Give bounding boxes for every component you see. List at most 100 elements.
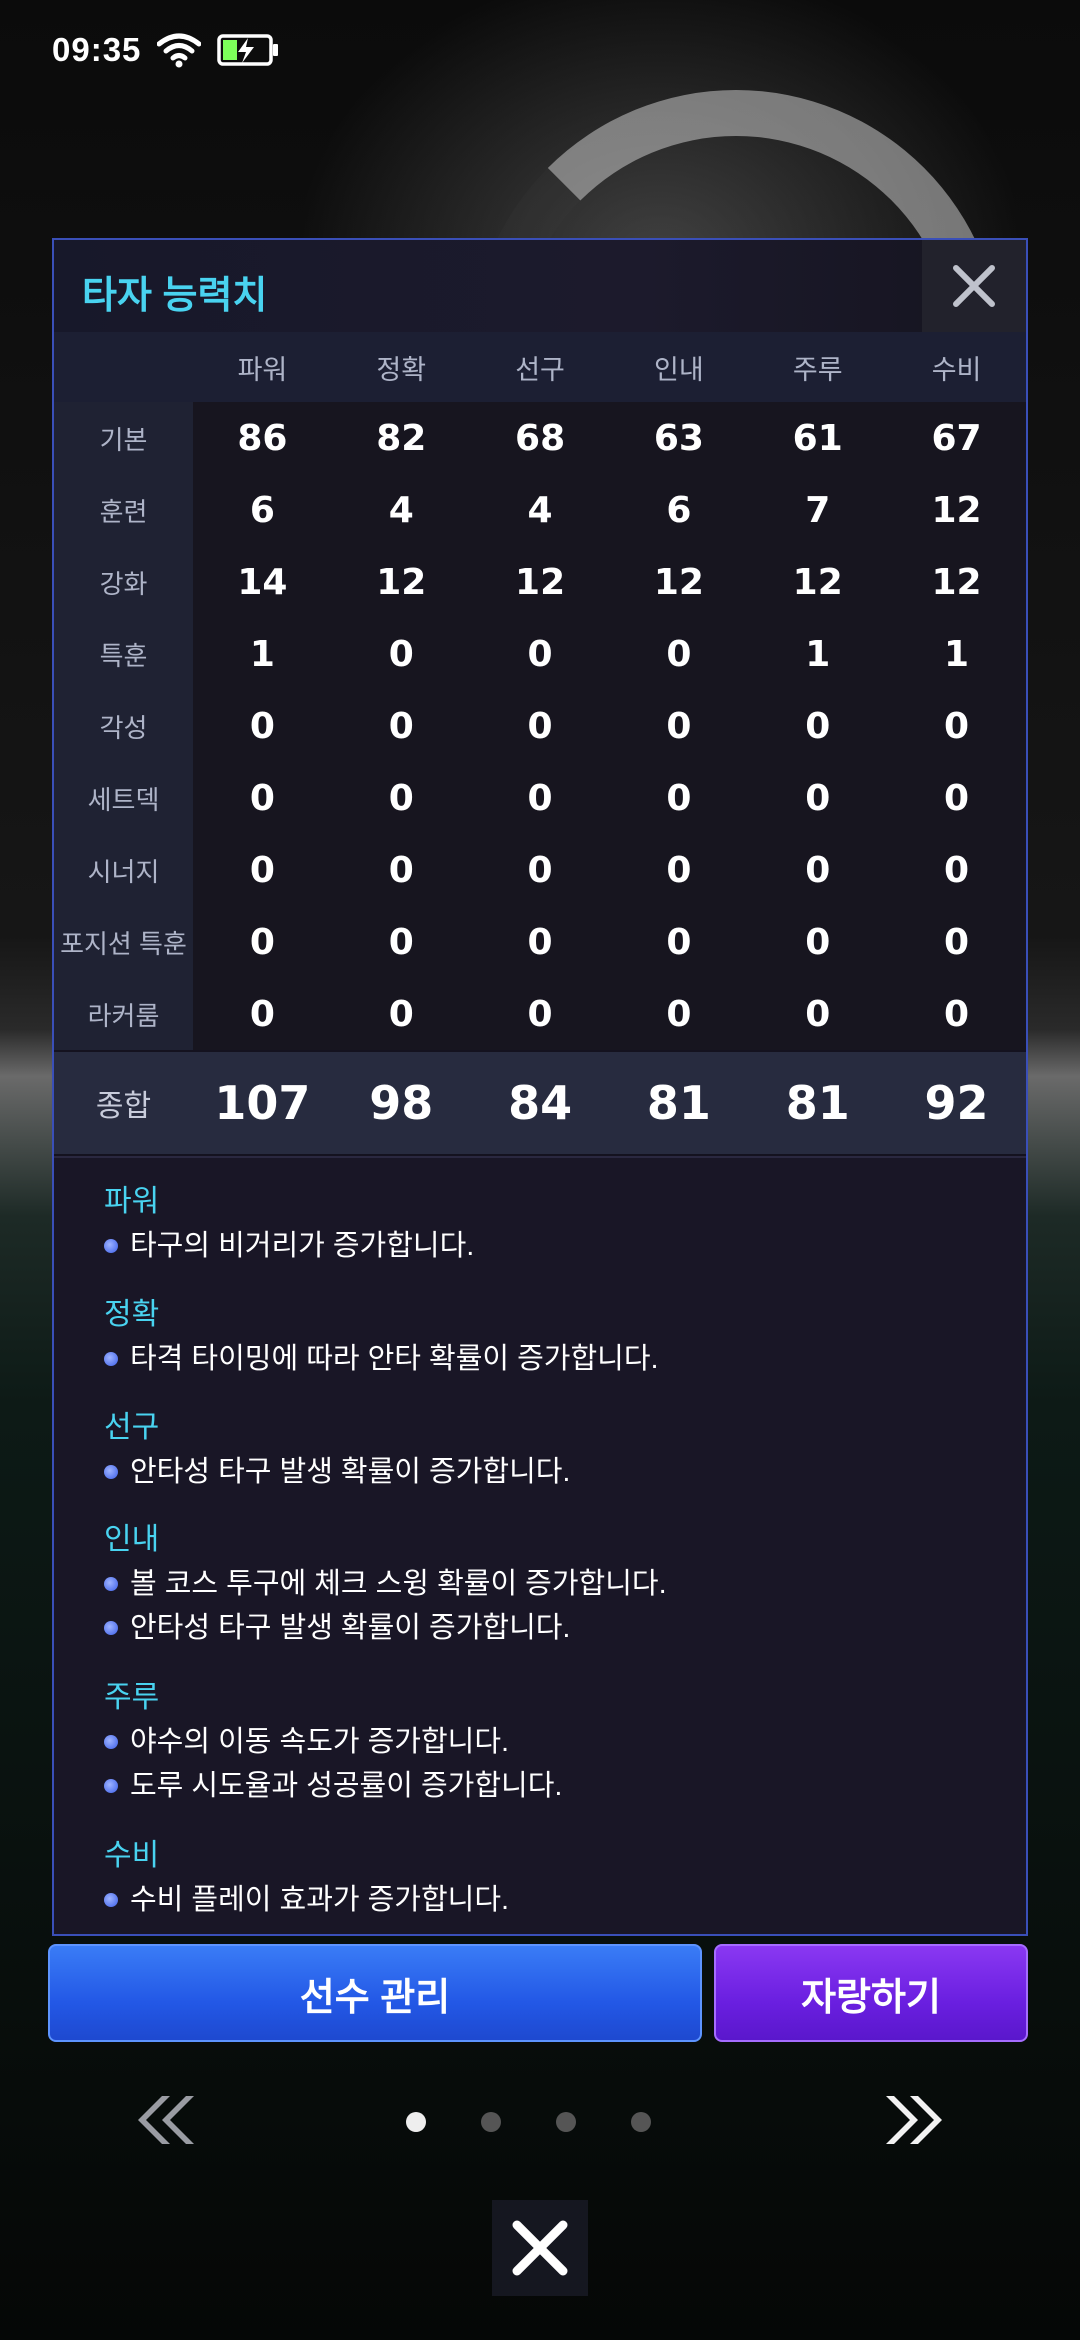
- description-title: 주루: [104, 1681, 160, 1714]
- table-row: 라커룸 0 0 0 0 0 0: [54, 978, 1026, 1050]
- stat-value: 1: [887, 618, 1026, 690]
- row-label: 기본: [54, 402, 193, 474]
- page-dot[interactable]: [556, 2112, 576, 2132]
- description-title: 수비: [104, 1839, 160, 1872]
- stat-value: 0: [470, 978, 610, 1050]
- stat-value: 0: [748, 834, 888, 906]
- column-header: 정확: [376, 354, 427, 385]
- description-text: 야수의 이동 속도가 증가합니다.: [130, 1726, 510, 1758]
- row-label: 포지션 특훈: [54, 906, 193, 978]
- stat-value: 0: [470, 618, 610, 690]
- total-row: 종합 107 98 84 81 81 92: [54, 1052, 1026, 1154]
- description-item: 타격 타이밍에 따라 안타 확률이 증가합니다.: [104, 1337, 659, 1381]
- table-row: 기본 86 82 68 63 61 67: [54, 402, 1026, 474]
- stat-value: 6: [609, 474, 749, 546]
- stats-table: 파워 정확 선구 인내 주루 수비 기본 86 82 68 63 61 67 훈…: [54, 332, 1026, 1154]
- description-item: 안타성 타구 발생 확률이 증가합니다.: [104, 1606, 667, 1650]
- stat-value: 0: [193, 690, 332, 762]
- previous-page-icon[interactable]: [128, 2090, 198, 2150]
- bullet-icon: [104, 1621, 118, 1635]
- bullet-icon: [104, 1893, 118, 1907]
- stat-value: 1: [193, 618, 332, 690]
- stat-value: 4: [331, 474, 471, 546]
- table-row: 강화 14 12 12 12 12 12: [54, 546, 1026, 618]
- column-header: 선구: [515, 354, 565, 385]
- panel-close-button[interactable]: [922, 240, 1026, 332]
- row-label: 훈련: [54, 474, 193, 546]
- stat-value: 4: [470, 474, 610, 546]
- stat-value: 12: [887, 474, 1026, 546]
- close-icon: [512, 2220, 568, 2276]
- description-section: 인내 볼 코스 투구에 체크 스윙 확률이 증가합니다. 안타성 타구 발생 확…: [104, 1518, 667, 1650]
- stat-value: 0: [609, 906, 749, 978]
- battery-charging-icon: [217, 34, 279, 66]
- status-time: 09:35: [52, 31, 142, 68]
- column-header: 인내: [654, 354, 704, 385]
- stat-value: 0: [748, 978, 888, 1050]
- batter-stats-panel: 타자 능력치 파워 정확 선구 인내 주루 수비 기본 86 82 68 63 …: [52, 238, 1028, 1936]
- stat-value: 0: [193, 762, 332, 834]
- panel-header: 타자 능력치: [54, 240, 1026, 332]
- description-title: 파워: [104, 1185, 160, 1218]
- stat-value: 0: [609, 762, 749, 834]
- stat-value: 6: [193, 474, 332, 546]
- description-section: 선구 안타성 타구 발생 확률이 증가합니다.: [104, 1406, 571, 1494]
- stat-value: 0: [748, 762, 888, 834]
- stat-value: 0: [331, 978, 471, 1050]
- stat-value: 0: [887, 906, 1026, 978]
- stat-descriptions: 파워 타구의 비거리가 증가합니다. 정확 타격 타이밍에 따라 안타 확률이 …: [54, 1156, 1026, 1934]
- stat-value: 12: [609, 546, 749, 618]
- stat-value: 0: [331, 762, 471, 834]
- description-item: 야수의 이동 속도가 증가합니다.: [104, 1720, 562, 1764]
- bullet-icon: [104, 1577, 118, 1591]
- table-row: 특훈 1 0 0 0 1 1: [54, 618, 1026, 690]
- row-label: 각성: [54, 690, 193, 762]
- stat-value: 0: [193, 906, 332, 978]
- stat-value: 1: [748, 618, 888, 690]
- table-row: 훈련 6 4 4 6 7 12: [54, 474, 1026, 546]
- description-text: 타격 타이밍에 따라 안타 확률이 증가합니다.: [130, 1343, 659, 1375]
- player-manage-button[interactable]: 선수 관리: [48, 1944, 702, 2042]
- total-value: 107: [214, 1076, 311, 1130]
- page-dot[interactable]: [631, 2112, 651, 2132]
- share-button[interactable]: 자랑하기: [714, 1944, 1028, 2042]
- wifi-icon: [157, 33, 202, 68]
- stat-value: 0: [609, 618, 749, 690]
- stat-value: 61: [748, 402, 888, 474]
- total-value: 84: [508, 1076, 573, 1130]
- description-text: 타구의 비거리가 증가합니다.: [130, 1230, 475, 1262]
- description-title: 선구: [104, 1411, 160, 1444]
- page-dot[interactable]: [481, 2112, 501, 2132]
- table-header: 파워 정확 선구 인내 주루 수비: [54, 332, 1026, 402]
- bullet-icon: [104, 1779, 118, 1793]
- description-text: 안타성 타구 발생 확률이 증가합니다.: [130, 1612, 571, 1644]
- column-header: 주루: [792, 354, 843, 385]
- description-section: 정확 타격 타이밍에 따라 안타 확률이 증가합니다.: [104, 1293, 659, 1381]
- panel-title: 타자 능력치: [82, 275, 268, 317]
- total-value: 81: [785, 1076, 850, 1130]
- table-row: 세트덱 0 0 0 0 0 0: [54, 762, 1026, 834]
- stat-value: 0: [331, 690, 471, 762]
- page-dot-active[interactable]: [406, 2112, 426, 2132]
- description-title: 인내: [104, 1523, 160, 1556]
- description-section: 수비 수비 플레이 효과가 증가합니다.: [104, 1834, 509, 1922]
- header-corner: [54, 332, 193, 402]
- next-page-icon[interactable]: [882, 2090, 952, 2150]
- bullet-icon: [104, 1735, 118, 1749]
- stat-value: 86: [193, 402, 332, 474]
- stat-value: 12: [470, 546, 610, 618]
- description-section: 주루 야수의 이동 속도가 증가합니다. 도루 시도율과 성공률이 증가합니다.: [104, 1676, 562, 1808]
- stat-value: 0: [470, 762, 610, 834]
- stat-value: 0: [887, 978, 1026, 1050]
- stat-value: 0: [609, 978, 749, 1050]
- bullet-icon: [104, 1352, 118, 1366]
- bottom-close-button[interactable]: [492, 2200, 588, 2296]
- stat-value: 0: [748, 690, 888, 762]
- description-item: 타구의 비거리가 증가합니다.: [104, 1224, 474, 1268]
- row-label: 시너지: [54, 834, 193, 906]
- stat-value: 12: [331, 546, 471, 618]
- row-label: 특훈: [54, 618, 193, 690]
- total-value: 92: [924, 1076, 989, 1130]
- stat-value: 14: [193, 546, 332, 618]
- stat-value: 12: [748, 546, 888, 618]
